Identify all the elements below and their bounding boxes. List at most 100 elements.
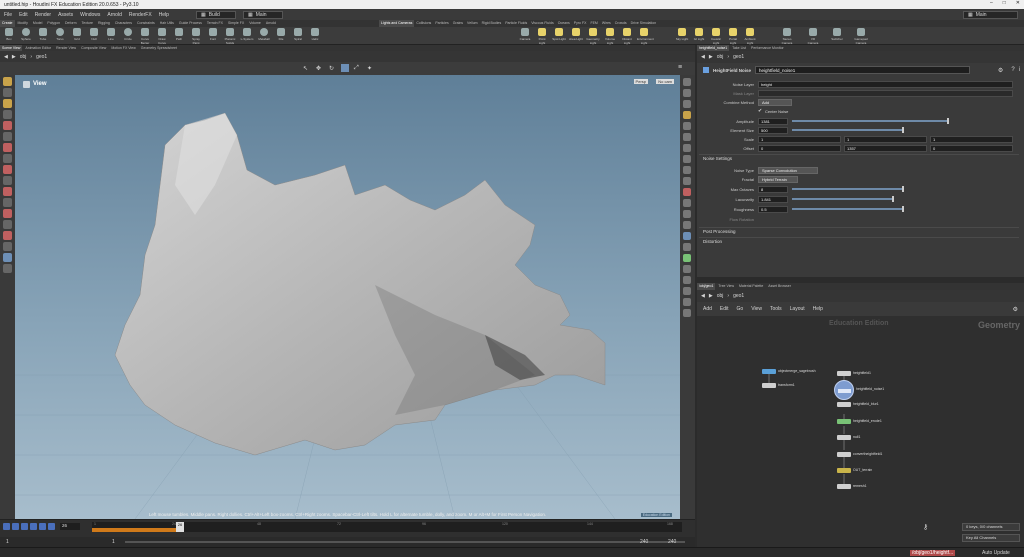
visibility-icon[interactable] [3,220,12,229]
display-option-14-icon[interactable] [683,221,691,229]
roughness-field[interactable]: 0.5 [758,205,788,213]
forward-arrow-icon[interactable]: ▶ [709,54,713,60]
menu-file[interactable]: File [4,12,12,18]
tool-grid[interactable]: Grid [70,28,84,41]
offset-z-field[interactable]: 0 [930,144,1013,152]
display-option-21-icon[interactable] [683,298,691,306]
display-option-4-icon[interactable] [683,111,691,119]
display-option-19-icon[interactable] [683,276,691,284]
noise-settings-section[interactable]: Noise Settings [699,154,1019,162]
roughness-slider[interactable] [792,208,902,210]
amplitude-field[interactable]: 1381 [758,117,788,125]
light-tool-icon[interactable] [3,264,12,273]
display-option-9-icon[interactable] [683,166,691,174]
network-menu-view[interactable]: View [751,306,762,312]
path-geo1[interactable]: geo1 [36,54,47,60]
distortion-section[interactable]: Distortion [699,237,1019,245]
shelf-tab-particles[interactable]: Particles [433,20,450,27]
path-obj[interactable]: obj [717,54,724,60]
scale-y-field[interactable]: 1 [844,135,927,143]
noise-type-select[interactable]: Sparse Convolution [758,166,818,174]
timeline-cursor[interactable]: 26 [176,522,184,532]
shelf-tab-terrain-fx[interactable]: Terrain FX [205,20,225,27]
combine-method-select[interactable]: Add [758,98,792,106]
tab-material-palette[interactable]: Material Palette [737,283,765,290]
back-arrow-icon[interactable]: ◀ [701,293,705,299]
tool-distant-light[interactable]: Distant Light [620,28,634,45]
display-option-1-icon[interactable] [683,78,691,86]
menu-help[interactable]: Help [159,12,169,18]
snap-icon[interactable] [3,154,12,163]
network-options-icon[interactable]: ⚙ [1013,306,1018,313]
tool-curve-bezier[interactable]: Curve Bezier [138,28,152,45]
node-heightfield1[interactable] [837,371,851,376]
shelf-tab-arnold[interactable]: Arnold [264,20,278,27]
shelf-tab-grains[interactable]: Grains [451,20,465,27]
current-frame-field[interactable]: 26 [60,523,80,530]
brush-icon[interactable] [3,121,12,130]
lacunarity-slider-knob[interactable] [892,196,894,202]
handle-tool-icon[interactable]: ✦ [367,65,372,72]
element-size-field[interactable]: 500 [758,126,788,134]
viewport-menu-icon[interactable]: ≡ [678,64,682,71]
stop-icon[interactable] [21,523,28,530]
shelf-tab-lights-cameras[interactable]: Lights and Cameras [379,20,415,27]
max-octaves-field[interactable]: 8 [758,185,788,193]
mask-layer-field[interactable] [758,89,1013,97]
menu-edit[interactable]: Edit [19,12,28,18]
menu-windows[interactable]: Windows [80,12,100,18]
status-path[interactable]: /obj/geo1/heightf... [910,550,956,556]
node-out-terrain[interactable] [837,468,851,473]
shelf-tab-polygon[interactable]: Polygon [45,20,62,27]
menu-arnold[interactable]: Arnold [107,12,121,18]
display-option-10-icon[interactable] [683,177,691,185]
auto-update-button[interactable]: Auto Update [982,550,1010,556]
tool-vr-camera[interactable]: VR Camera [806,28,820,45]
tool-line[interactable]: Line [104,28,118,41]
tool-torus[interactable]: Torus [53,28,67,41]
tool-portal-light[interactable]: Portal Light [726,28,740,45]
maximize-button[interactable]: □ [1003,0,1006,6]
shelf-tab-constraints[interactable]: Constraints [135,20,157,27]
shelf-tab-crowds[interactable]: Crowds [613,20,629,27]
shelf-tab-rigid-bodies[interactable]: Rigid Bodies [480,20,504,27]
tool-geometry-light[interactable]: Geometry Light [586,28,600,45]
menu-assets[interactable]: Assets [58,12,73,18]
jump-end-icon[interactable] [48,523,55,530]
shelf-tab-rigging[interactable]: Rigging [96,20,112,27]
back-arrow-icon[interactable]: ◀ [4,54,8,60]
node-heightfield-noise1[interactable] [834,380,854,400]
tool-file[interactable]: File [274,28,288,41]
tool-environment-light[interactable]: Environment Light [637,28,654,45]
key-all-channels-button[interactable]: Key All Channels [962,534,1020,542]
display-option-12-icon[interactable] [683,199,691,207]
key-icon[interactable]: ⚷ [923,523,928,531]
offset-y-field[interactable]: 1357 [844,144,927,152]
display-option-18-icon[interactable] [683,265,691,273]
shelf-tab-volume[interactable]: Volume [247,20,263,27]
shelf-tab-deform[interactable]: Deform [63,20,78,27]
max-octaves-slider[interactable] [792,188,902,190]
lacunarity-field[interactable]: 1.841 [758,195,788,203]
menu-render[interactable]: Render [35,12,51,18]
tool-gi-light[interactable]: GI Light [692,28,706,41]
shelf-tab-fem[interactable]: FEM [588,20,599,27]
path-geo1[interactable]: geo1 [733,54,744,60]
shelf-tab-modify[interactable]: Modify [16,20,30,27]
display-option-3-icon[interactable] [683,100,691,108]
back-arrow-icon[interactable]: ◀ [701,54,705,60]
move-tool-icon[interactable]: ✥ [316,65,321,72]
lasso-icon[interactable] [3,187,12,196]
display-option-2-icon[interactable] [683,89,691,97]
display-option-7-icon[interactable] [683,144,691,152]
tool-path[interactable]: Path [172,28,186,41]
range-end-field[interactable]: 240 [640,539,648,545]
tool-platonic-solids[interactable]: Platonic Solids [223,28,237,45]
network-menu-edit[interactable]: Edit [720,306,729,312]
shelf-tab-characters[interactable]: Characters [113,20,134,27]
right-desktop-select[interactable]: ▦ Main [963,10,1018,19]
timeline-ruler[interactable]: 1 24 48 72 96 120 144 168 26 [92,522,682,532]
node-heightfield-blur1[interactable] [837,402,851,407]
tab-tree-view[interactable]: Tree View [716,283,736,290]
shelf-tab-wires[interactable]: Wires [600,20,613,27]
